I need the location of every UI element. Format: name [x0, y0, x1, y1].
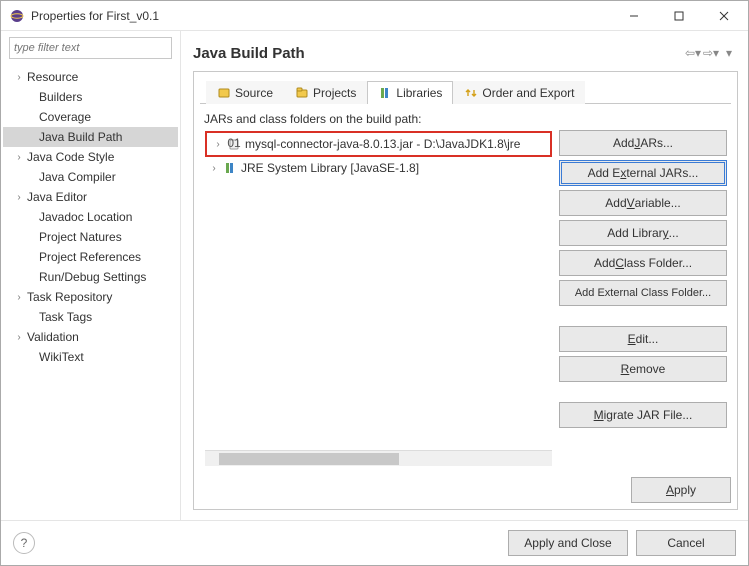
classpath-list[interactable]: › 01 mysql-connector-java-8.0.13.jar - D:\…: [204, 130, 553, 467]
apply-button[interactable]: Apply: [631, 477, 731, 503]
page-header: Java Build Path ⇦▾ ⇨▾ ▾: [193, 39, 738, 67]
footer: ? Apply and Close Cancel: [1, 521, 748, 565]
remove-button[interactable]: Remove: [559, 356, 727, 382]
tree-item-label: Java Code Style: [25, 150, 114, 164]
chevron-right-icon: ›: [213, 139, 223, 150]
entry-label: mysql-connector-java-8.0.13.jar - D:\Jav…: [245, 137, 520, 151]
tree-item[interactable]: WikiText: [3, 347, 178, 367]
help-icon[interactable]: ?: [13, 532, 35, 554]
list-label: JARs and class folders on the build path…: [204, 112, 727, 126]
tree-item-label: Project Natures: [37, 230, 122, 244]
tree-item[interactable]: Project Natures: [3, 227, 178, 247]
tab-source[interactable]: Source: [206, 81, 284, 104]
tree-item-label: Project References: [37, 250, 141, 264]
minimize-button[interactable]: [611, 2, 656, 30]
tree-item[interactable]: Project References: [3, 247, 178, 267]
horizontal-scrollbar[interactable]: [205, 450, 552, 466]
add-variable-button[interactable]: Add Variable...: [559, 190, 727, 216]
tab-label: Order and Export: [482, 86, 574, 100]
chevron-right-icon: ›: [209, 163, 219, 174]
tree-item-label: Javadoc Location: [37, 210, 132, 224]
split-area: › 01 mysql-connector-java-8.0.13.jar - D:\…: [204, 130, 727, 467]
sidebar: ›ResourceBuildersCoverageJava Build Path…: [1, 31, 181, 520]
tab-icon: [378, 86, 392, 100]
svg-text:01: 01: [227, 137, 241, 150]
chevron-right-icon: ›: [13, 72, 25, 83]
classpath-entry[interactable]: › 01 mysql-connector-java-8.0.13.jar - D:\…: [209, 135, 548, 153]
add-external-class-folder-button[interactable]: Add External Class Folder...: [559, 280, 727, 306]
tree-item-label: Run/Debug Settings: [37, 270, 146, 284]
tree-item-label: Java Compiler: [37, 170, 116, 184]
tab-icon: [217, 86, 231, 100]
tab-order-and-export[interactable]: Order and Export: [453, 81, 585, 104]
tab-libraries[interactable]: Libraries: [367, 81, 453, 104]
main-area: ›ResourceBuildersCoverageJava Build Path…: [1, 31, 748, 521]
chevron-right-icon: ›: [13, 192, 25, 203]
tab-projects[interactable]: Projects: [284, 81, 367, 104]
tree-item-label: Resource: [25, 70, 78, 84]
classpath-entry[interactable]: › JRE System Library [JavaSE-1.8]: [205, 159, 552, 177]
window-title: Properties for First_v0.1: [31, 9, 611, 23]
apply-row: Apply: [200, 471, 731, 503]
right-pane: Java Build Path ⇦▾ ⇨▾ ▾ Source Projects Li…: [181, 31, 748, 520]
tree-item-label: Task Tags: [37, 310, 92, 324]
category-tree[interactable]: ›ResourceBuildersCoverageJava Build Path…: [3, 65, 178, 514]
chevron-right-icon: ›: [13, 152, 25, 163]
tree-item-label: Java Editor: [25, 190, 87, 204]
highlighted-entry: › 01 mysql-connector-java-8.0.13.jar - D:\…: [205, 131, 552, 157]
tree-item-label: Java Build Path: [37, 130, 122, 144]
tree-item[interactable]: Javadoc Location: [3, 207, 178, 227]
jar-icon: 01: [227, 137, 241, 151]
tree-item[interactable]: Java Compiler: [3, 167, 178, 187]
tree-item[interactable]: ›Java Editor: [3, 187, 178, 207]
tree-item-label: Coverage: [37, 110, 91, 124]
tree-item[interactable]: Task Tags: [3, 307, 178, 327]
tab-label: Projects: [313, 86, 356, 100]
cancel-button[interactable]: Cancel: [636, 530, 736, 556]
chevron-right-icon: ›: [13, 332, 25, 343]
library-icon: [223, 161, 237, 175]
entry-label: JRE System Library [JavaSE-1.8]: [241, 161, 419, 175]
tree-item[interactable]: ›Java Code Style: [3, 147, 178, 167]
tree-item-label: WikiText: [37, 350, 84, 364]
edit-button[interactable]: Edit...: [559, 326, 727, 352]
tree-item[interactable]: Java Build Path: [3, 127, 178, 147]
page-title: Java Build Path: [193, 45, 684, 62]
titlebar: Properties for First_v0.1: [1, 1, 748, 31]
add-library-button[interactable]: Add Library...: [559, 220, 727, 246]
nav-back-icon[interactable]: ⇦▾: [684, 46, 702, 60]
tree-item[interactable]: ›Task Repository: [3, 287, 178, 307]
chevron-right-icon: ›: [13, 292, 25, 303]
tab-label: Libraries: [396, 86, 442, 100]
eclipse-icon: [9, 8, 25, 24]
maximize-button[interactable]: [656, 2, 701, 30]
close-button[interactable]: [701, 2, 746, 30]
filter-input[interactable]: [9, 37, 172, 59]
tree-item[interactable]: Builders: [3, 87, 178, 107]
tree-item[interactable]: ›Resource: [3, 67, 178, 87]
add-class-folder-button[interactable]: Add Class Folder...: [559, 250, 727, 276]
tree-item[interactable]: Coverage: [3, 107, 178, 127]
tab-body: JARs and class folders on the build path…: [200, 104, 731, 471]
tree-item[interactable]: ›Validation: [3, 327, 178, 347]
tab-label: Source: [235, 86, 273, 100]
button-column: Add JARs... Add External JARs... Add Var…: [559, 130, 727, 467]
tree-item-label: Validation: [25, 330, 79, 344]
tab-icon: [295, 86, 309, 100]
tree-item-label: Task Repository: [25, 290, 112, 304]
apply-and-close-button[interactable]: Apply and Close: [508, 530, 628, 556]
tab-icon: [464, 86, 478, 100]
add-external-jars-button[interactable]: Add External JARs...: [559, 160, 727, 186]
add-jars-button[interactable]: Add JARs...: [559, 130, 727, 156]
tree-item[interactable]: Run/Debug Settings: [3, 267, 178, 287]
nav-forward-icon[interactable]: ⇨▾: [702, 46, 720, 60]
migrate-jar-button[interactable]: Migrate JAR File...: [559, 402, 727, 428]
tab-bar: Source Projects Libraries Order and Export: [200, 78, 731, 104]
nav-menu-icon[interactable]: ▾: [720, 46, 738, 60]
tree-item-label: Builders: [37, 90, 82, 104]
content-box: SourceProjectsLibrariesOrder and Export …: [193, 71, 738, 510]
